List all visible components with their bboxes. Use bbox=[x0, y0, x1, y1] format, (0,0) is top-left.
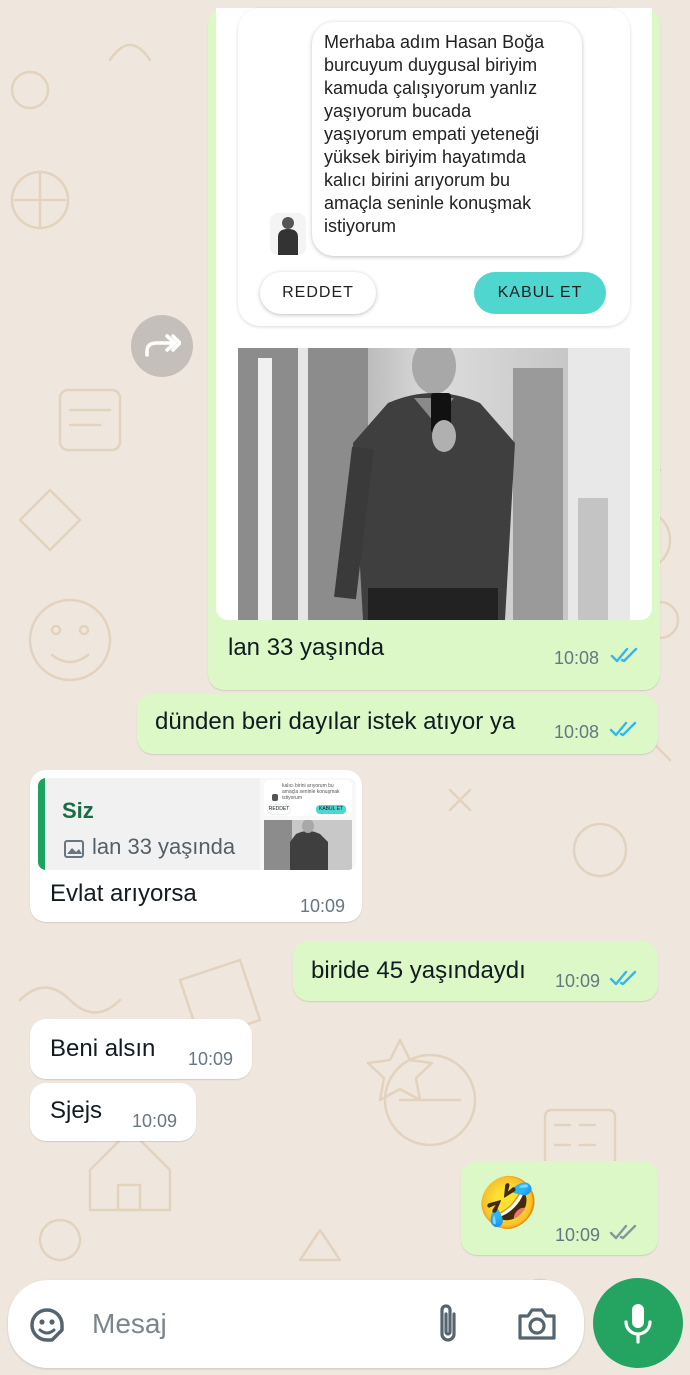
outgoing-message[interactable]: biride 45 yaşındaydı 10:09 bbox=[293, 941, 658, 1001]
message-time: 10:09 bbox=[555, 971, 601, 991]
outgoing-emoji-message[interactable]: 🤣 10:09 bbox=[461, 1161, 658, 1255]
message-time: 10:08 bbox=[554, 648, 600, 668]
quoted-author: Siz bbox=[62, 798, 94, 823]
reject-button[interactable]: REDDET bbox=[260, 272, 376, 314]
message-text: Sjejs bbox=[50, 1097, 103, 1124]
thumb-accept: KABUL ET bbox=[316, 805, 346, 814]
image-icon bbox=[64, 840, 84, 858]
message-time: 10:08 bbox=[554, 722, 600, 742]
thumb-line: istiyorum bbox=[282, 795, 303, 801]
laughing-emoji: 🤣 bbox=[477, 1174, 540, 1232]
message-text: dünden beri dayılar istek atıyor ya bbox=[155, 708, 516, 735]
outgoing-message[interactable]: dünden beri dayılar istek atıyor ya 10:0… bbox=[137, 694, 658, 754]
quoted-message[interactable]: Siz lan 33 yaşında kalıcı birini arıyoru… bbox=[38, 778, 356, 870]
message-input-placeholder[interactable]: Mesaj bbox=[92, 1308, 167, 1340]
double-check-icon bbox=[609, 970, 637, 986]
forward-button[interactable] bbox=[131, 315, 193, 377]
attach-icon[interactable] bbox=[432, 1302, 464, 1346]
message-text: Beni alsın bbox=[50, 1035, 156, 1062]
quoted-text: lan 33 yaşında bbox=[92, 834, 236, 859]
incoming-message[interactable]: Sjejs 10:09 bbox=[30, 1083, 196, 1141]
double-check-icon bbox=[609, 721, 637, 737]
sticker-icon[interactable] bbox=[26, 1304, 68, 1346]
thumb-text: kalıcı birini arıyorum bu amaçla seninle… bbox=[282, 783, 340, 801]
mic-icon bbox=[624, 1304, 652, 1344]
quote-bar bbox=[38, 778, 45, 870]
profile-line: amaçla seninle konuşmak bbox=[324, 193, 532, 213]
forward-icon bbox=[145, 334, 181, 357]
accept-button[interactable]: KABUL ET bbox=[474, 272, 606, 314]
forwarded-image-message[interactable]: Merhaba adım Hasan Boğa burcuyum duygusa… bbox=[208, 8, 660, 690]
message-input-bar[interactable]: Mesaj bbox=[8, 1280, 584, 1368]
profile-line: yaşıyorum bucada bbox=[324, 101, 472, 121]
thumb-card: kalıcı birini arıyorum bu amaçla seninle… bbox=[264, 780, 352, 816]
voice-record-button[interactable] bbox=[593, 1278, 683, 1368]
double-check-icon bbox=[610, 647, 638, 663]
profile-line: burcuyum duygusal biriyim bbox=[324, 55, 538, 75]
camera-icon[interactable] bbox=[516, 1306, 558, 1342]
thumb-avatar bbox=[272, 794, 278, 801]
profile-line: kamuda çalışıyorum yanlız bbox=[324, 78, 538, 98]
message-text: biride 45 yaşındaydı bbox=[311, 957, 526, 984]
profile-line: yüksek biriyim hayatımda bbox=[324, 147, 527, 167]
profile-line: istiyorum bbox=[324, 216, 397, 236]
incoming-message[interactable]: Beni alsın 10:09 bbox=[30, 1019, 252, 1079]
thumb-reject: REDDET bbox=[268, 805, 290, 814]
profile-line: kalıcı birini arıyorum bu bbox=[324, 170, 511, 190]
double-check-icon bbox=[609, 1224, 637, 1240]
profile-line: Merhaba adım Hasan Boğa bbox=[324, 32, 545, 52]
message-time: 10:09 bbox=[555, 1225, 601, 1245]
profile-text: Merhaba adım Hasan Boğa burcuyum duygusa… bbox=[312, 22, 582, 256]
quoted-thumbnail: kalıcı birini arıyorum bu amaçla seninle… bbox=[260, 778, 356, 870]
message-text: Evlat arıyorsa bbox=[50, 880, 197, 907]
message-time: 10:09 bbox=[188, 1049, 234, 1069]
message-time: 10:09 bbox=[132, 1111, 178, 1131]
profile-card: Merhaba adım Hasan Boğa burcuyum duygusa… bbox=[238, 8, 630, 326]
profile-avatar bbox=[270, 213, 306, 255]
image-card[interactable]: Merhaba adım Hasan Boğa burcuyum duygusa… bbox=[216, 8, 652, 620]
incoming-reply-message[interactable]: Siz lan 33 yaşında kalıcı birini arıyoru… bbox=[30, 770, 362, 922]
caption-text: lan 33 yaşında bbox=[228, 634, 385, 661]
thumb-photo bbox=[264, 820, 352, 870]
selfie-photo bbox=[238, 348, 630, 620]
profile-line: yaşıyorum empati yeteneği bbox=[324, 124, 540, 144]
message-time: 10:09 bbox=[300, 896, 346, 916]
